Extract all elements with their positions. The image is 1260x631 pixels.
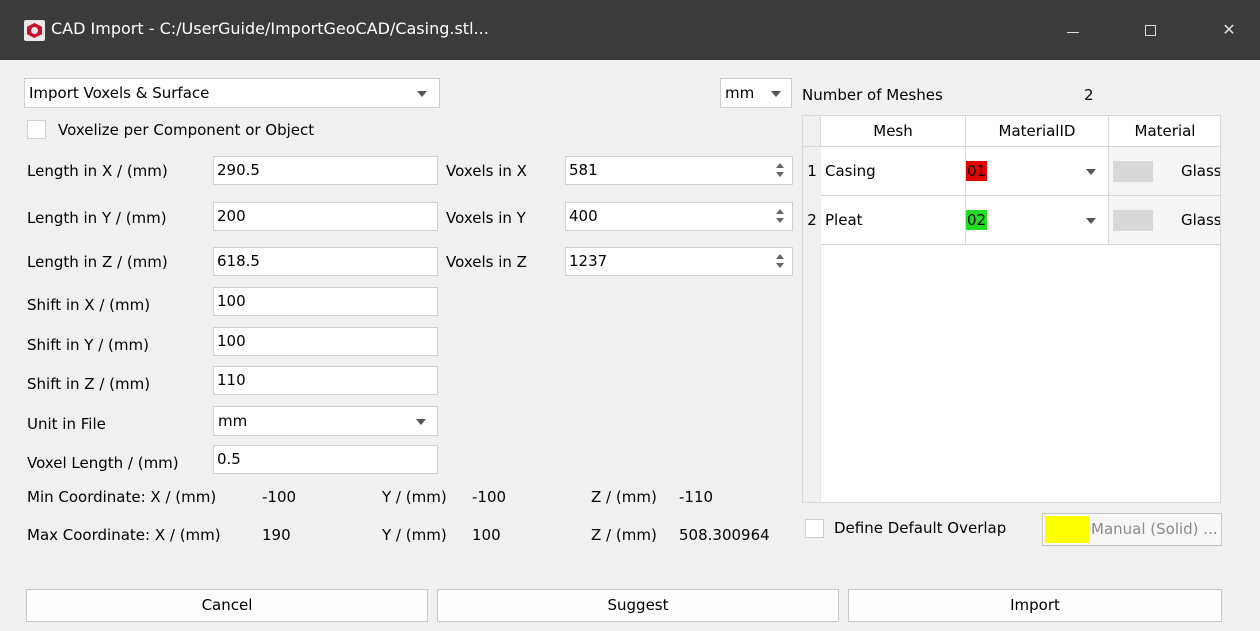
import-mode-value: Import Voxels & Surface bbox=[29, 84, 210, 102]
number-of-meshes-label: Number of Meshes bbox=[802, 86, 943, 104]
chevron-down-icon bbox=[771, 91, 781, 97]
max-coordinate-x-value: 190 bbox=[262, 526, 291, 544]
default-overlap-label: Define Default Overlap bbox=[834, 519, 1007, 537]
import-mode-select[interactable]: Import Voxels & Surface bbox=[24, 78, 440, 108]
import-button[interactable]: Import bbox=[848, 589, 1222, 622]
chevron-down-icon bbox=[417, 91, 427, 97]
default-overlap-button[interactable]: Manual (Solid) ... bbox=[1042, 513, 1222, 546]
table-corner bbox=[803, 116, 821, 147]
number-of-meshes-value: 2 bbox=[1084, 86, 1094, 104]
maximize-icon bbox=[1145, 25, 1156, 36]
voxel-length-input[interactable]: 0.5 bbox=[213, 445, 438, 474]
max-coordinate-z-value: 508.300964 bbox=[679, 526, 770, 544]
min-coordinate-y-label: Y / (mm) bbox=[382, 488, 447, 506]
material-id-chip: 01 bbox=[966, 161, 988, 181]
material-name: Glass (Solid) bbox=[1181, 211, 1221, 229]
length-y-input[interactable]: 200 bbox=[213, 202, 438, 231]
minimize-button[interactable] bbox=[1043, 0, 1103, 60]
max-coordinate-y-value: 100 bbox=[472, 526, 501, 544]
voxels-x-spin-arrows[interactable] bbox=[773, 156, 787, 185]
close-button[interactable]: ✕ bbox=[1199, 0, 1259, 60]
max-coordinate-z-label: Z / (mm) bbox=[591, 526, 657, 544]
chevron-down-icon bbox=[416, 419, 426, 425]
max-coordinate-x-label: Max Coordinate: X / (mm) bbox=[27, 526, 221, 544]
title-bar: CAD Import - C:/UserGuide/ImportGeoCAD/C… bbox=[0, 0, 1260, 60]
minimize-icon bbox=[1067, 32, 1079, 33]
chevron-down-icon bbox=[1086, 169, 1096, 175]
max-coordinate-y-label: Y / (mm) bbox=[382, 526, 447, 544]
chevron-down-icon bbox=[1086, 218, 1096, 224]
shift-y-label: Shift in Y / (mm) bbox=[27, 336, 149, 354]
material-id-chip: 02 bbox=[966, 210, 988, 230]
material-name: Glass (Solid) bbox=[1181, 162, 1221, 180]
voxels-z-spinbox[interactable]: 1237 bbox=[565, 247, 793, 276]
material-cell[interactable]: Glass (Solid) bbox=[1109, 196, 1221, 245]
mesh-name-cell[interactable]: Casing bbox=[821, 147, 966, 196]
voxels-z-label: Voxels in Z bbox=[446, 253, 527, 271]
min-coordinate-x-label: Min Coordinate: X / (mm) bbox=[27, 488, 217, 506]
spin-down-icon bbox=[776, 218, 784, 223]
min-coordinate-x-value: -100 bbox=[262, 488, 297, 506]
material-color-swatch bbox=[1113, 161, 1153, 182]
shift-y-input[interactable]: 100 bbox=[213, 327, 438, 356]
min-coordinate-z-label: Z / (mm) bbox=[591, 488, 657, 506]
voxels-x-label: Voxels in X bbox=[446, 162, 527, 180]
voxels-y-spin-arrows[interactable] bbox=[773, 202, 787, 231]
length-y-label: Length in Y / (mm) bbox=[27, 209, 167, 227]
unit-in-file-select[interactable]: mm bbox=[213, 406, 438, 436]
min-coordinate-z-value: -110 bbox=[679, 488, 714, 506]
voxels-y-label: Voxels in Y bbox=[446, 209, 526, 227]
min-coordinate-y-value: -100 bbox=[472, 488, 507, 506]
voxels-x-spinbox[interactable]: 581 bbox=[565, 156, 793, 185]
length-z-label: Length in Z / (mm) bbox=[27, 253, 168, 271]
unit-in-file-value: mm bbox=[218, 412, 248, 430]
app-icon bbox=[24, 20, 45, 41]
row-number: 2 bbox=[803, 196, 821, 245]
material-id-select[interactable]: 02 bbox=[966, 196, 1109, 245]
mesh-table: Mesh MaterialID Material 1 Casing 01 Gla… bbox=[802, 115, 1221, 503]
maximize-button[interactable] bbox=[1121, 0, 1181, 60]
row-number: 1 bbox=[803, 147, 821, 196]
spin-up-icon bbox=[776, 163, 784, 168]
shift-x-label: Shift in X / (mm) bbox=[27, 296, 151, 314]
display-unit-value: mm bbox=[725, 84, 755, 102]
mesh-name-cell[interactable]: Pleat bbox=[821, 196, 966, 245]
suggest-button[interactable]: Suggest bbox=[437, 589, 839, 622]
shift-x-input[interactable]: 100 bbox=[213, 287, 438, 316]
shift-z-input[interactable]: 110 bbox=[213, 366, 438, 395]
material-cell[interactable]: Glass (Solid) bbox=[1109, 147, 1221, 196]
unit-in-file-label: Unit in File bbox=[27, 415, 106, 433]
spin-up-icon bbox=[776, 209, 784, 214]
default-overlap-checkbox[interactable] bbox=[805, 519, 824, 538]
overlap-color-swatch bbox=[1045, 516, 1089, 543]
close-icon: ✕ bbox=[1222, 20, 1236, 39]
length-x-input[interactable]: 290.5 bbox=[213, 156, 438, 185]
default-overlap-button-label: Manual (Solid) ... bbox=[1091, 520, 1218, 538]
voxels-y-spinbox[interactable]: 400 bbox=[565, 202, 793, 231]
material-id-select[interactable]: 01 bbox=[966, 147, 1109, 196]
length-z-input[interactable]: 618.5 bbox=[213, 247, 438, 276]
column-header-material[interactable]: Material bbox=[1109, 116, 1220, 147]
spin-down-icon bbox=[776, 263, 784, 268]
voxel-length-label: Voxel Length / (mm) bbox=[27, 454, 179, 472]
column-header-materialid[interactable]: MaterialID bbox=[966, 116, 1109, 147]
material-color-swatch bbox=[1113, 210, 1153, 231]
spin-down-icon bbox=[776, 172, 784, 177]
spin-up-icon bbox=[776, 254, 784, 259]
window-title: CAD Import - C:/UserGuide/ImportGeoCAD/C… bbox=[51, 19, 489, 38]
cancel-button[interactable]: Cancel bbox=[26, 589, 428, 622]
length-x-label: Length in X / (mm) bbox=[27, 162, 168, 180]
column-header-mesh[interactable]: Mesh bbox=[821, 116, 966, 147]
voxelize-per-component-label: Voxelize per Component or Object bbox=[58, 121, 315, 139]
shift-z-label: Shift in Z / (mm) bbox=[27, 375, 151, 393]
display-unit-select[interactable]: mm bbox=[720, 78, 792, 108]
voxels-z-spin-arrows[interactable] bbox=[773, 247, 787, 276]
voxelize-per-component-checkbox[interactable] bbox=[27, 120, 46, 139]
